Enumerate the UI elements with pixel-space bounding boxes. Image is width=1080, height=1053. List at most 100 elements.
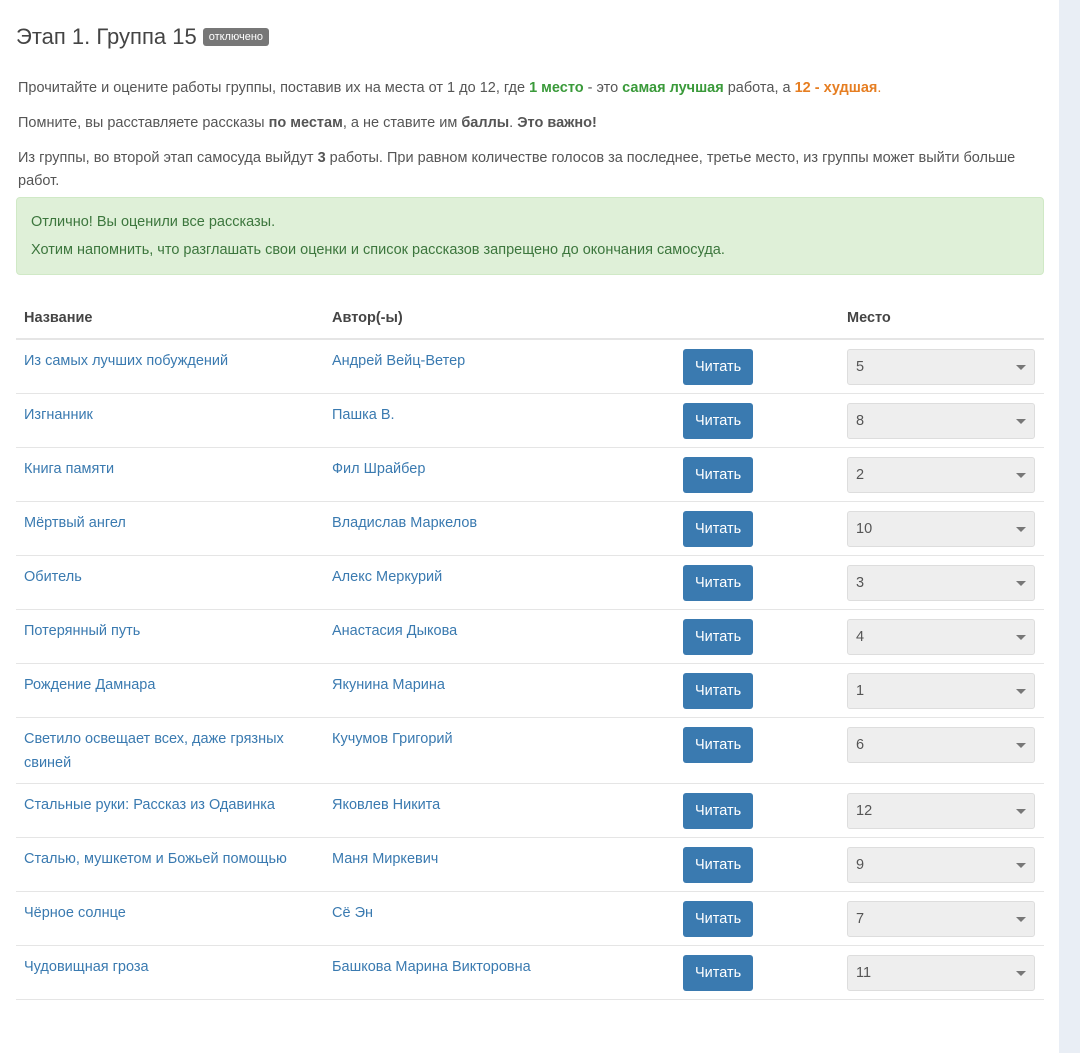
author-link[interactable]: Башкова Марина Викторовна — [332, 959, 531, 975]
table-row: Мёртвый ангел Владислав Маркелов Читать … — [16, 501, 1044, 556]
read-button[interactable]: Читать — [683, 901, 754, 937]
read-button[interactable]: Читать — [683, 793, 754, 829]
t: Помните, вы расставляете рассказы — [18, 115, 269, 131]
story-link[interactable]: Рождение Дамнара — [24, 677, 155, 693]
scrollbar-track[interactable] — [1059, 0, 1080, 1053]
cell-name: Светило освещает всех, даже грязных свин… — [16, 717, 324, 784]
alert-line: Хотим напомнить, что разглашать свои оце… — [31, 242, 725, 258]
chevron-down-icon — [1016, 862, 1026, 868]
read-button[interactable]: Читать — [683, 349, 754, 385]
cell-author: Кучумов Григорий — [324, 717, 675, 784]
author-link[interactable]: Яковлев Никита — [332, 797, 440, 813]
cell-name: Из самых лучших побуждений — [16, 339, 324, 394]
place-select[interactable]: 2 — [847, 457, 1035, 493]
author-link[interactable]: Якунина Марина — [332, 677, 445, 693]
place-select[interactable]: 8 — [847, 403, 1035, 439]
place-select[interactable]: 4 — [847, 619, 1035, 655]
author-link[interactable]: Пашка В. — [332, 407, 395, 423]
cell-name: Потерянный путь — [16, 609, 324, 664]
table-row: Потерянный путь Анастасия Дыкова Читать … — [16, 609, 1044, 664]
chevron-down-icon — [1016, 688, 1026, 694]
chevron-down-icon — [1016, 742, 1026, 748]
story-link[interactable]: Обитель — [24, 569, 82, 585]
read-button[interactable]: Читать — [683, 955, 754, 991]
chevron-down-icon — [1016, 472, 1026, 478]
author-link[interactable]: Маня Миркевич — [332, 851, 438, 867]
cell-place: 10 — [839, 501, 1044, 556]
story-link[interactable]: Светило освещает всех, даже грязных свин… — [24, 731, 284, 771]
cell-place: 1 — [839, 663, 1044, 718]
t: по местам — [268, 115, 343, 131]
read-button[interactable]: Читать — [683, 511, 754, 547]
success-alert: Отлично! Вы оценили все рассказы. Хотим … — [16, 197, 1044, 275]
place-select[interactable]: 6 — [847, 727, 1035, 763]
author-link[interactable]: Фил Шрайбер — [332, 461, 425, 477]
cell-author: Андрей Вейц-Ветер — [324, 339, 675, 394]
cell-place: 6 — [839, 717, 1044, 784]
place-select[interactable]: 5 — [847, 349, 1035, 385]
cell-read: Читать — [675, 945, 839, 1000]
cell-name: Изгнанник — [16, 393, 324, 448]
author-link[interactable]: Сё Эн — [332, 905, 373, 921]
read-button[interactable]: Читать — [683, 727, 754, 763]
place-select[interactable]: 9 — [847, 847, 1035, 883]
read-button[interactable]: Читать — [683, 457, 754, 493]
cell-read: Читать — [675, 555, 839, 610]
read-button[interactable]: Читать — [683, 847, 754, 883]
place-select[interactable]: 1 — [847, 673, 1035, 709]
cell-name: Мёртвый ангел — [16, 501, 324, 556]
story-link[interactable]: Чудовищная гроза — [24, 959, 149, 975]
read-button[interactable]: Читать — [683, 673, 754, 709]
story-link[interactable]: Стальные руки: Рассказ из Одавинка — [24, 797, 275, 813]
intro-text: Прочитайте и оцените работы группы, пост… — [18, 77, 1042, 100]
author-link[interactable]: Анастасия Дыкова — [332, 623, 457, 639]
cell-place: 12 — [839, 783, 1044, 838]
t: работа, а — [723, 80, 795, 96]
place-select[interactable]: 11 — [847, 955, 1035, 991]
read-button[interactable]: Читать — [683, 403, 754, 439]
cell-author: Сё Эн — [324, 891, 675, 946]
place-value: 12 — [856, 803, 873, 819]
chevron-down-icon — [1016, 916, 1026, 922]
t: баллы — [461, 115, 510, 131]
story-link[interactable]: Мёртвый ангел — [24, 515, 126, 531]
cell-name: Рождение Дамнара — [16, 663, 324, 718]
author-link[interactable]: Андрей Вейц-Ветер — [332, 353, 465, 369]
place-value: 1 — [856, 683, 865, 699]
place-select[interactable]: 12 — [847, 793, 1035, 829]
place-value: 6 — [856, 737, 865, 753]
cell-author: Фил Шрайбер — [324, 447, 675, 502]
author-link[interactable]: Владислав Маркелов — [332, 515, 477, 531]
table-row: Рождение Дамнара Якунина Марина Читать 1 — [16, 663, 1044, 718]
t: 1 место — [529, 80, 584, 96]
story-link[interactable]: Сталью, мушкетом и Божьей помощью — [24, 851, 287, 867]
place-value: 9 — [856, 857, 865, 873]
table-row: Изгнанник Пашка В. Читать 8 — [16, 393, 1044, 448]
cell-author: Якунина Марина — [324, 663, 675, 718]
cell-read: Читать — [675, 447, 839, 502]
story-link[interactable]: Потерянный путь — [24, 623, 140, 639]
place-value: 5 — [856, 359, 865, 375]
chevron-down-icon — [1016, 364, 1026, 370]
table-row: Светило освещает всех, даже грязных свин… — [16, 717, 1044, 784]
story-link[interactable]: Чёрное солнце — [24, 905, 126, 921]
place-select[interactable]: 3 — [847, 565, 1035, 601]
cell-place: 9 — [839, 837, 1044, 892]
cell-name: Книга памяти — [16, 447, 324, 502]
cell-read: Читать — [675, 837, 839, 892]
read-button[interactable]: Читать — [683, 565, 754, 601]
chevron-down-icon — [1016, 634, 1026, 640]
chevron-down-icon — [1016, 808, 1026, 814]
author-link[interactable]: Алекс Меркурий — [332, 569, 442, 585]
read-button[interactable]: Читать — [683, 619, 754, 655]
story-link[interactable]: Из самых лучших побуждений — [24, 353, 228, 369]
place-value: 11 — [856, 965, 872, 981]
chevron-down-icon — [1016, 970, 1026, 976]
author-link[interactable]: Кучумов Григорий — [332, 731, 453, 747]
story-link[interactable]: Изгнанник — [24, 407, 93, 423]
cell-place: 5 — [839, 339, 1044, 394]
place-select[interactable]: 7 — [847, 901, 1035, 937]
place-select[interactable]: 10 — [847, 511, 1035, 547]
story-link[interactable]: Книга памяти — [24, 461, 114, 477]
t: Это важно! — [517, 115, 597, 131]
